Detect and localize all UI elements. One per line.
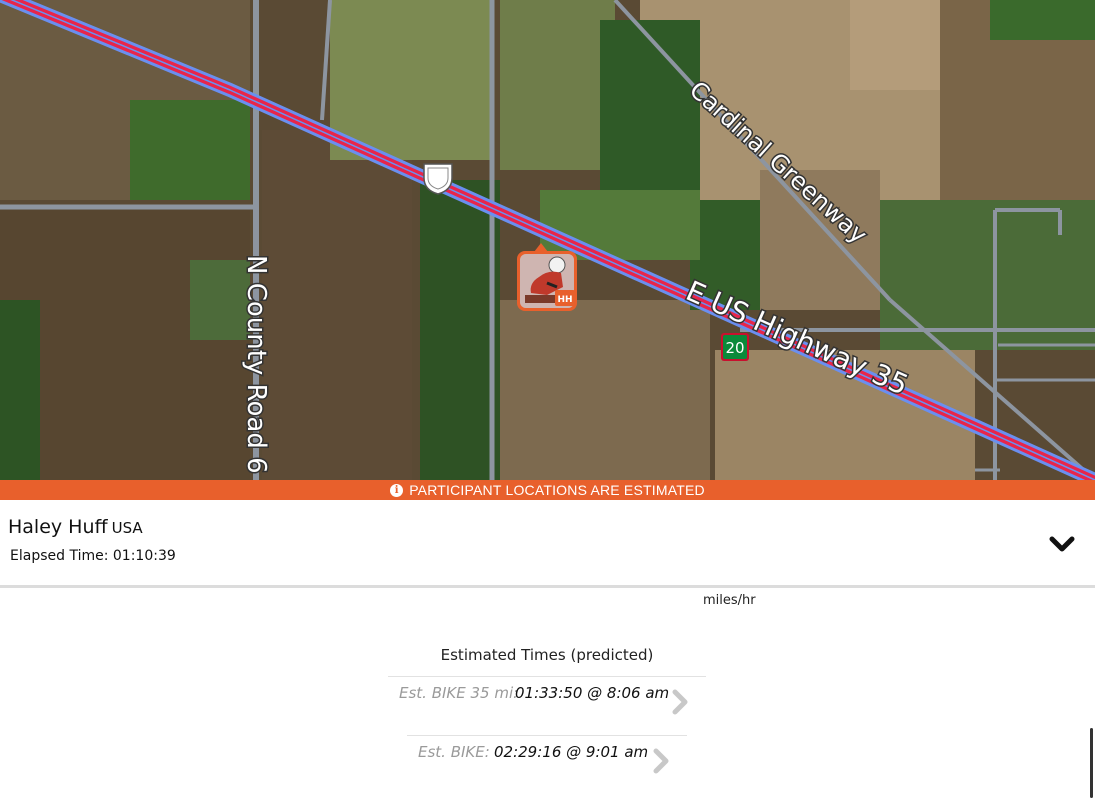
route-number-shield: 20 [721,333,749,361]
chevron-right-icon[interactable] [651,747,671,775]
info-icon: i [390,483,404,497]
estimate-row-bike-35mi[interactable]: Est. BIKE 35 mi: 01:33:50 @ 8:06 am [388,680,706,730]
course-map[interactable]: N County Road 6 Cardinal Greenway E US H… [0,0,1095,480]
divider [407,735,687,736]
estimate-value: 02:29:16 @ 9:01 am [494,743,649,761]
svg-text:HH: HH [557,295,572,305]
svg-text:20: 20 [725,339,744,357]
scrollbar[interactable] [1090,728,1093,798]
estimate-value: 01:33:50 @ 8:06 am [515,684,670,702]
highway-shield-icon [423,163,453,195]
banner-text: PARTICIPANT LOCATIONS ARE ESTIMATED [409,482,705,498]
elapsed-value: 01:10:39 [112,548,176,564]
athlete-header[interactable]: Haley Huff USA Elapsed Time: 01:10:39 [0,500,1095,588]
athlete-country: USA [111,519,143,537]
athlete-avatar-icon[interactable]: HH [517,243,577,311]
county-road-label: N County Road 6 [241,255,271,474]
estimate-label: Est. BIKE: [418,743,490,761]
estimate-label: Est. BIKE 35 mi: [399,684,519,702]
elapsed-time: Elapsed Time: 01:10:39 [10,548,176,564]
chevron-right-icon[interactable] [670,688,690,716]
athlete-name-line: Haley Huff USA [8,516,143,538]
divider [388,676,706,677]
chevron-down-icon[interactable] [1048,534,1076,556]
estimated-locations-banner: i PARTICIPANT LOCATIONS ARE ESTIMATED [0,480,1095,500]
estimated-times-title: Estimated Times (predicted) [440,646,654,664]
estimate-row-bike[interactable]: Est. BIKE: 02:29:16 @ 9:01 am [388,739,706,789]
athlete-name: Haley Huff [8,516,108,538]
elapsed-label: Elapsed Time: [10,548,109,564]
speed-units: miles/hr [703,593,756,608]
